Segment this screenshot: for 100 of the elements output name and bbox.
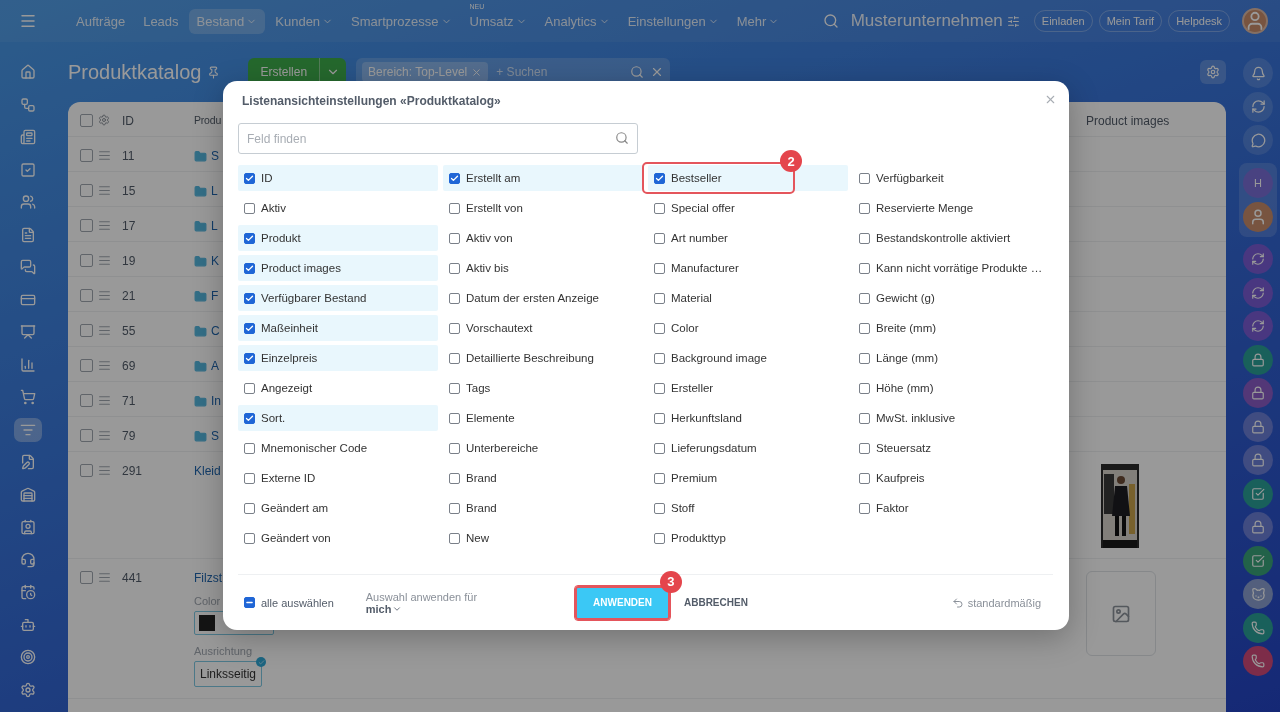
field-option[interactable]: Brand	[443, 495, 643, 521]
chat-icon[interactable]	[1250, 132, 1266, 148]
checkbox[interactable]	[654, 292, 665, 304]
checkbox[interactable]	[449, 322, 460, 334]
field-option[interactable]: Gewicht (g)	[853, 285, 1053, 311]
checkbox[interactable]	[859, 352, 870, 364]
field-option[interactable]: Aktiv	[238, 195, 438, 221]
field-option[interactable]: Background image	[648, 345, 848, 371]
field-option[interactable]: Reservierte Menge	[853, 195, 1053, 221]
field-option[interactable]: Brand	[443, 465, 643, 491]
checkbox[interactable]	[244, 502, 255, 514]
drag-handle-icon[interactable]	[98, 571, 111, 584]
folder-name[interactable]: S	[211, 149, 219, 163]
checkbox[interactable]	[80, 464, 93, 477]
checkbox[interactable]	[654, 472, 665, 484]
field-option[interactable]: Länge (mm)	[853, 345, 1053, 371]
drag-handle-icon[interactable]	[98, 429, 111, 442]
checkbox[interactable]	[80, 571, 93, 584]
checkbox[interactable]	[80, 114, 93, 127]
product-name[interactable]: Kleid	[194, 464, 221, 478]
field-option[interactable]: Aktiv bis	[443, 255, 643, 281]
folder-name[interactable]: L	[211, 184, 218, 198]
field-option[interactable]: Kaufpreis	[853, 465, 1053, 491]
field-option[interactable]: Product images	[238, 255, 438, 281]
checkbox[interactable]	[859, 202, 870, 214]
checkbox-icon[interactable]	[1251, 486, 1265, 501]
checkbox[interactable]	[859, 292, 870, 304]
cat-icon[interactable]	[1250, 586, 1266, 602]
checkbox[interactable]	[859, 262, 870, 274]
checkbox[interactable]	[654, 442, 665, 454]
select-all-option[interactable]: alle auswählen	[244, 596, 334, 609]
field-option[interactable]: Premium	[648, 465, 848, 491]
folder-name[interactable]: In	[211, 394, 221, 408]
checkbox[interactable]	[449, 532, 460, 544]
checkbox[interactable]	[859, 322, 870, 334]
checkbox[interactable]	[449, 172, 460, 184]
checkbox[interactable]	[449, 262, 460, 274]
field-option[interactable]: Art number	[648, 225, 848, 251]
field-option[interactable]: Verfügbarer Bestand	[238, 285, 438, 311]
checkbox[interactable]	[244, 292, 255, 304]
field-option[interactable]: Bestandskontrolle aktiviert	[853, 225, 1053, 251]
field-option[interactable]: Maßeinheit	[238, 315, 438, 341]
checkbox-icon[interactable]	[1251, 553, 1265, 568]
field-option[interactable]: Erstellt von	[443, 195, 643, 221]
field-option[interactable]: Geändert von	[238, 525, 438, 551]
checkbox[interactable]	[859, 412, 870, 424]
field-option[interactable]: Datum der ersten Anzeige	[443, 285, 643, 311]
checkbox[interactable]	[244, 382, 255, 394]
field-option[interactable]: Erstellt am	[443, 165, 643, 191]
remove-icon[interactable]	[471, 66, 483, 78]
field-option[interactable]: Unterbereiche	[443, 435, 643, 461]
drag-handle-icon[interactable]	[98, 464, 111, 477]
field-option[interactable]: Kann nicht vorrätige Produkte …	[853, 255, 1053, 281]
field-option[interactable]: MwSt. inklusive	[853, 405, 1053, 431]
field-option[interactable]: Vorschautext	[443, 315, 643, 341]
checkbox[interactable]	[449, 232, 460, 244]
apply-for-dropdown[interactable]: mich	[365, 602, 478, 615]
checkbox[interactable]	[859, 502, 870, 514]
folder-name[interactable]: S	[211, 429, 219, 443]
field-option[interactable]: Produkt	[238, 225, 438, 251]
field-option[interactable]: Höhe (mm)	[853, 375, 1053, 401]
field-option[interactable]: Angezeigt	[238, 375, 438, 401]
checkbox[interactable]	[654, 382, 665, 394]
bell-icon[interactable]	[1250, 65, 1266, 81]
checkbox[interactable]	[80, 429, 93, 442]
field-option[interactable]: Herkunftsland	[648, 405, 848, 431]
checkbox[interactable]	[80, 324, 93, 337]
checkbox[interactable]	[654, 352, 665, 364]
checkbox[interactable]	[449, 442, 460, 454]
checkbox[interactable]	[449, 412, 460, 424]
checkbox[interactable]	[244, 472, 255, 484]
checkbox[interactable]	[80, 219, 93, 232]
checkbox[interactable]	[80, 359, 93, 372]
drag-handle-icon[interactable]	[98, 254, 111, 267]
close-button[interactable]	[1044, 93, 1057, 106]
product-name[interactable]: Filzst	[194, 571, 222, 585]
folder-name[interactable]: C	[211, 324, 220, 338]
drag-handle-icon[interactable]	[98, 149, 111, 162]
menu-icon[interactable]	[19, 12, 37, 30]
cancel-button[interactable]: ABBRECHEN	[677, 596, 754, 609]
field-option[interactable]: Produkttyp	[648, 525, 848, 551]
checkbox[interactable]	[449, 292, 460, 304]
checkbox[interactable]	[244, 262, 255, 274]
checkbox[interactable]	[80, 394, 93, 407]
checkbox[interactable]	[654, 232, 665, 244]
field-option[interactable]: Special offer	[648, 195, 848, 221]
checkbox[interactable]	[449, 202, 460, 214]
field-option[interactable]: Sort.	[238, 405, 438, 431]
field-option[interactable]: Externe ID	[238, 465, 438, 491]
field-option[interactable]: Color	[648, 315, 848, 341]
field-option[interactable]: Verfügbarkeit	[853, 165, 1053, 191]
lock-icon[interactable]	[1251, 419, 1265, 434]
checkbox[interactable]	[654, 322, 665, 334]
checkbox[interactable]	[859, 442, 870, 454]
checkbox[interactable]	[244, 322, 255, 334]
search-icon[interactable]	[630, 65, 645, 79]
checkbox[interactable]	[859, 232, 870, 244]
checkbox[interactable]	[244, 532, 255, 544]
field-option[interactable]: New	[443, 525, 643, 551]
checkbox[interactable]	[449, 502, 460, 514]
